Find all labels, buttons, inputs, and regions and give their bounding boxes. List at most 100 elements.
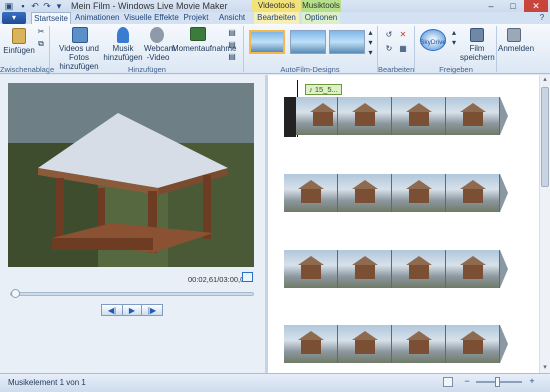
webcam-video-button[interactable]: Webcam -Video [144,44,175,62]
group-label-share: Freigeben [439,65,473,74]
snapshot-button[interactable]: Momentaufnahme [172,44,236,53]
fullscreen-icon[interactable] [242,272,253,282]
zoom-out-button[interactable]: − [462,376,472,387]
zoom-in-button[interactable]: + [527,376,537,387]
video-clip[interactable] [284,97,508,135]
skydrive-button[interactable]: SkyDrive [418,38,448,47]
clip-frame [284,174,338,212]
undo-icon[interactable]: ↶ [30,1,40,11]
clip-frame [446,250,500,288]
video-clip[interactable] [284,174,508,212]
clip-frame [338,250,392,288]
music-note-icon [117,27,129,43]
seek-bar[interactable] [10,292,254,296]
gallery-down-icon[interactable]: ▾ [367,38,374,47]
clip-frame [338,174,392,212]
clip-frame [296,97,338,135]
separator [414,26,415,72]
app-menu-icon[interactable]: ▣ [4,1,14,11]
file-menu-button[interactable]: ▾ [2,12,26,24]
clip-frame [392,174,446,212]
help-icon[interactable]: ? [536,12,548,24]
group-label-autofilm: AutoFilm-Designs [280,65,340,74]
cut-icon[interactable]: ✂ [37,27,45,36]
window-title: Mein Film - Windows Live Movie Maker [71,1,228,11]
clip-continues-arrow [500,325,508,363]
signin-button[interactable]: Anmelden [498,44,534,53]
save-icon[interactable]: ▪ [18,1,28,11]
redo-icon[interactable]: ↷ [42,1,52,11]
seek-thumb[interactable] [11,289,20,298]
signin-icon [507,28,521,42]
clip-frame [284,325,338,363]
separator [243,26,244,72]
clip-continues-arrow [500,174,508,212]
group-label-clipboard: Zwischenablage [0,65,55,74]
thumbnail-size-icon[interactable] [443,377,453,387]
title-icon[interactable]: ▤ [228,28,236,37]
gallery-more-icon[interactable]: ▾ [367,48,374,57]
scroll-up-icon[interactable]: ▴ [541,76,549,84]
tab-optionen[interactable]: Optionen [302,12,340,24]
clip-frame [392,250,446,288]
minimize-button[interactable]: – [480,0,502,12]
clip-frame [446,325,500,363]
share-down-icon[interactable]: ▾ [450,38,458,47]
save-movie-button[interactable]: Film speichern [460,44,495,62]
gallery-up-icon[interactable]: ▴ [367,28,374,37]
clip-frame [446,97,500,135]
save-movie-icon [470,28,484,42]
time-readout: 00:02,61/03:00,00 [188,275,249,284]
clip-frame [446,174,500,212]
tab-visuelle-effekte[interactable]: Visuelle Effekte [124,12,179,24]
maximize-button[interactable]: □ [502,0,524,12]
share-up-icon[interactable]: ▴ [450,28,458,37]
music-clip-label-text: 15_5... [314,85,338,94]
paste-icon [12,28,26,44]
customize-quick-access-icon[interactable]: ▾ [54,1,64,11]
play-button[interactable]: ▶ [122,304,142,316]
autofilm-theme-thumb[interactable] [329,30,365,54]
video-preview[interactable] [8,83,254,267]
tab-startseite[interactable]: Startseite [31,12,71,24]
status-bar: Musikelement 1 von 1 − + [0,373,550,392]
ribbon-tabs: ▾ Startseite Animationen Visuelle Effekt… [0,12,550,24]
clip-frame [392,325,446,363]
clip-frame [338,97,392,135]
context-tab-musiktools: Musiktools [301,0,341,12]
previous-frame-button[interactable]: ◀| [101,304,123,316]
tab-projekt[interactable]: Projekt [182,12,210,24]
zoom-slider-thumb[interactable] [495,377,500,387]
next-frame-button[interactable]: |▶ [141,304,163,316]
caption-icon[interactable]: ▤ [228,40,236,49]
ribbon: Einfügen ✂ ⧉ Zwischenablage Videos und F… [0,24,550,74]
separator [49,26,50,72]
rotate-left-icon[interactable]: ↺ [384,30,394,39]
snapshot-icon [190,27,206,41]
select-all-icon[interactable]: ▦ [398,44,408,53]
add-videos-photos-icon [72,27,88,43]
video-clip[interactable] [284,250,508,288]
tab-ansicht[interactable]: Ansicht [218,12,246,24]
copy-icon[interactable]: ⧉ [37,39,45,48]
scroll-thumb[interactable] [541,87,549,187]
storyboard-scrollbar[interactable]: ▴ ▾ [539,75,550,373]
tab-bearbeiten[interactable]: Bearbeiten [254,12,299,24]
video-clip[interactable] [284,325,508,363]
paste-button[interactable]: Einfügen [2,46,36,55]
birdhouse-frame [8,83,254,267]
credits-icon[interactable]: ▤ [228,52,236,61]
tab-animationen[interactable]: Animationen [75,12,119,24]
rotate-right-icon[interactable]: ↻ [384,44,394,53]
clip-frame [392,97,446,135]
autofilm-theme-thumb[interactable] [249,30,285,54]
close-button[interactable]: ✕ [524,0,548,12]
clip-frame [284,250,338,288]
scroll-down-icon[interactable]: ▾ [541,364,549,372]
add-music-button[interactable]: Musik hinzufügen [103,44,143,62]
remove-icon[interactable]: ✕ [398,30,408,39]
autofilm-theme-thumb[interactable] [290,30,326,54]
music-clip-label[interactable]: ♪ 15_5... [305,84,342,95]
separator [496,26,497,72]
clip-continues-arrow [500,97,508,135]
